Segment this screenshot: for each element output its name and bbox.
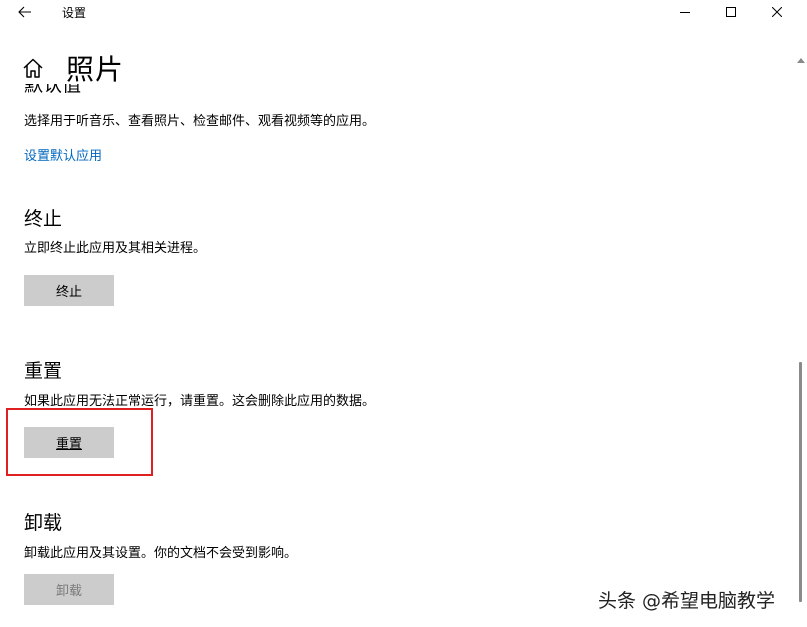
terminate-button-label: 终止 [55, 285, 82, 300]
page-title: 照片 [66, 53, 125, 86]
settings-content: 默认值 选择用于听音乐、查看照片、检查邮件、观看视频等的应用。 设置默认应用 终… [24, 84, 784, 627]
close-button[interactable] [754, 0, 800, 24]
window-title: 设置 [62, 6, 87, 20]
watermark: 头条 @希望电脑教学 [598, 590, 776, 612]
minimize-button[interactable] [662, 0, 708, 24]
reset-description: 如果此应用无法正常运行，请重置。这会删除此应用的数据。 [24, 394, 376, 409]
uninstall-button[interactable]: 卸载 [24, 574, 114, 605]
back-button[interactable] [10, 0, 40, 24]
caret-up-icon [797, 58, 805, 63]
section-title-terminate: 终止 [24, 208, 63, 230]
terminate-button[interactable]: 终止 [24, 275, 114, 306]
terminate-description: 立即终止此应用及其相关进程。 [24, 241, 207, 256]
home-icon [23, 58, 43, 78]
defaults-description: 选择用于听音乐、查看照片、检查邮件、观看视频等的应用。 [24, 114, 376, 129]
highlight-annotation [6, 408, 153, 476]
page-header: 照片 [22, 48, 124, 88]
uninstall-description: 卸载此应用及其设置。你的文档不会受到影响。 [24, 546, 298, 561]
section-title-uninstall: 卸载 [24, 512, 63, 534]
maximize-icon [726, 7, 736, 17]
scroll-up-arrow[interactable] [795, 54, 807, 66]
close-icon [772, 7, 782, 17]
maximize-button[interactable] [708, 0, 754, 24]
arrow-left-icon [18, 6, 31, 18]
set-default-apps-link[interactable]: 设置默认应用 [24, 145, 102, 164]
section-title-defaults: 默认值 [24, 84, 82, 96]
vertical-scrollbar[interactable] [795, 24, 807, 627]
minimize-icon [680, 12, 690, 13]
title-bar: 设置 [0, 0, 807, 24]
uninstall-button-label: 卸载 [55, 584, 82, 599]
scroll-thumb[interactable] [799, 362, 802, 602]
home-button[interactable] [22, 56, 46, 80]
section-title-reset: 重置 [24, 360, 63, 382]
